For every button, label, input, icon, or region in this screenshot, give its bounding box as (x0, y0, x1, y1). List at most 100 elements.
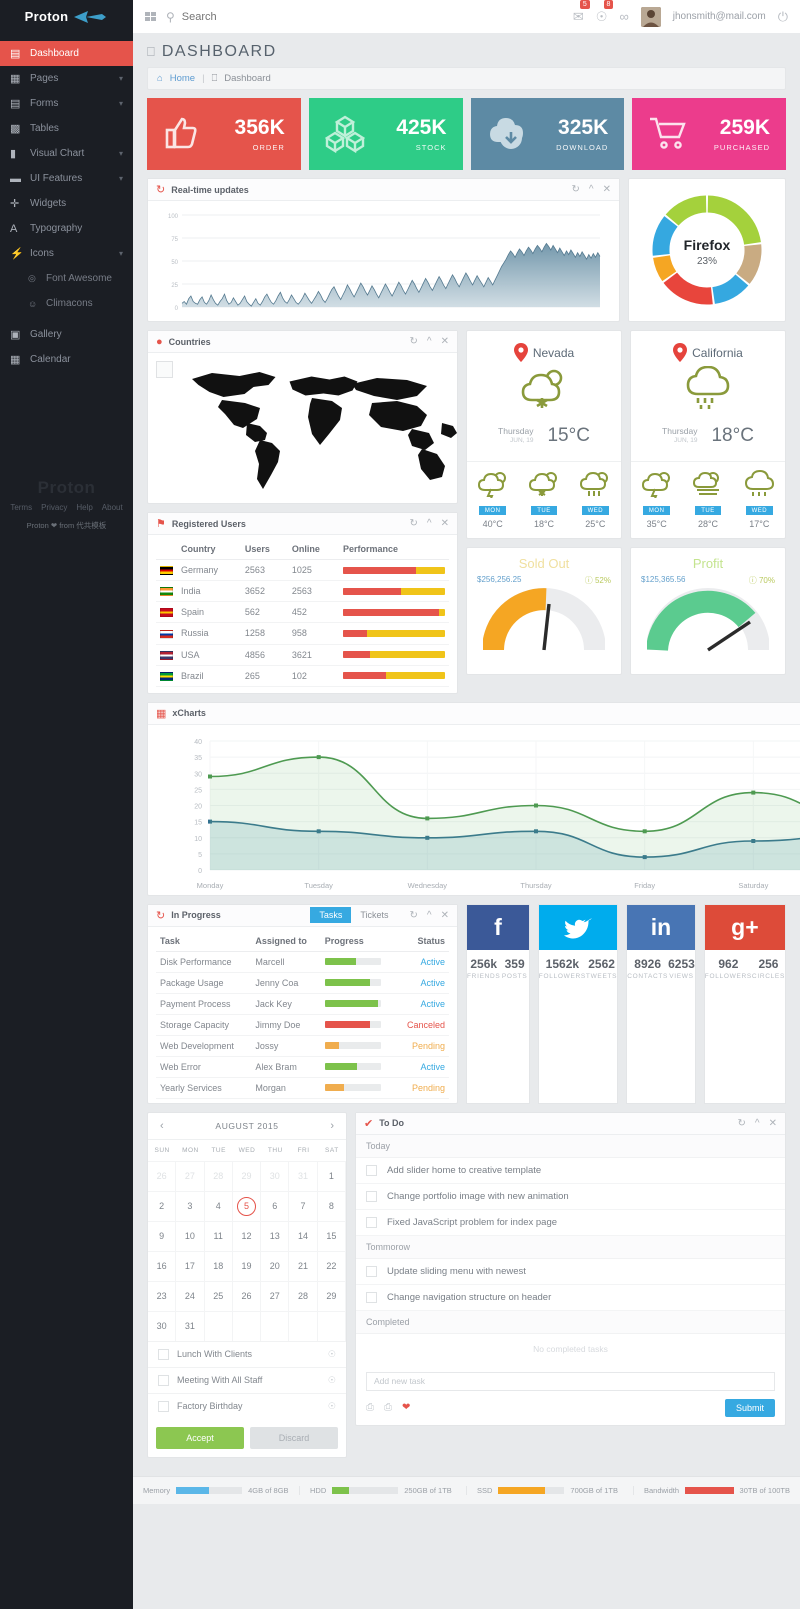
todo-checkbox[interactable] (366, 1291, 377, 1303)
calendar-day[interactable]: 7 (289, 1190, 318, 1221)
tab-tasks[interactable]: Tasks (310, 907, 352, 924)
reload-icon[interactable]: ↻ (410, 336, 418, 347)
calendar-day[interactable]: 26 (232, 1280, 262, 1311)
calendar-day[interactable]: 15 (317, 1220, 346, 1251)
print-icon[interactable]: ⎙ (366, 1402, 374, 1413)
todo-checkbox[interactable] (366, 1216, 377, 1228)
calendar-day[interactable]: 6 (261, 1190, 290, 1221)
close-icon[interactable]: ✕ (603, 184, 611, 195)
search-area[interactable]: ⚲ (166, 10, 563, 24)
calendar-day[interactable]: 27 (261, 1280, 290, 1311)
todo-item[interactable]: Update sliding menu with newest (356, 1259, 785, 1285)
bell-icon[interactable]: ☉ 8 (596, 0, 614, 25)
close-icon[interactable]: ✕ (769, 1118, 777, 1129)
collapse-icon[interactable]: ^ (427, 518, 432, 529)
sidebar-item-widgets[interactable]: ✛ Widgets (0, 191, 133, 216)
collapse-icon[interactable]: ^ (755, 1118, 760, 1129)
prev-month-button[interactable]: ‹ (160, 1120, 164, 1132)
file-icon[interactable]: ⎙ (384, 1402, 392, 1413)
calendar-day[interactable]: 24 (176, 1280, 205, 1311)
mail-icon[interactable]: ✉ 5 (573, 0, 590, 25)
stat-card-order[interactable]: 356K ORDER (147, 98, 301, 170)
stat-card-stock[interactable]: 425K STOCK (308, 98, 463, 170)
user-email[interactable]: jhonsmith@mail.com (673, 11, 766, 22)
calendar-day[interactable] (204, 1310, 233, 1341)
calendar-day[interactable]: 13 (261, 1220, 290, 1251)
calendar-day[interactable]: 21 (289, 1250, 318, 1281)
calendar-day[interactable]: 19 (232, 1250, 262, 1281)
collapse-icon[interactable]: ^ (589, 184, 594, 195)
reload-icon[interactable]: ↻ (410, 518, 418, 529)
close-icon[interactable]: ✕ (441, 518, 449, 529)
todo-checkbox[interactable] (366, 1265, 377, 1277)
accept-button[interactable]: Accept (156, 1426, 244, 1449)
stat-card-purchased[interactable]: 259K PURCHASED (632, 98, 786, 170)
calendar-day[interactable]: 16 (148, 1250, 177, 1281)
calendar-event[interactable]: Meeting With All Staff ☉ (148, 1366, 346, 1393)
calendar-day[interactable]: 12 (232, 1220, 262, 1251)
search-input[interactable] (181, 10, 302, 23)
calendar-day[interactable]: 3 (176, 1190, 205, 1221)
footer-link-about[interactable]: About (102, 503, 123, 512)
calendar-day[interactable]: 5 (232, 1190, 262, 1221)
reload-icon[interactable]: ↻ (410, 910, 418, 921)
reload-icon[interactable]: ↻ (572, 184, 580, 195)
calendar-day[interactable] (261, 1310, 290, 1341)
sidebar-item-calendar[interactable]: ▦ Calendar (0, 347, 133, 372)
todo-item[interactable]: Fixed JavaScript problem for index page (356, 1210, 785, 1236)
calendar-day[interactable]: 10 (176, 1220, 205, 1251)
world-map[interactable] (148, 353, 457, 503)
calendar-day[interactable]: 18 (204, 1250, 233, 1281)
sidebar-item-ui-features[interactable]: ▬ UI Features ▾ (0, 166, 133, 191)
close-icon[interactable]: ✕ (441, 336, 449, 347)
todo-item[interactable]: Change navigation structure on header (356, 1285, 785, 1311)
event-checkbox[interactable] (158, 1374, 169, 1386)
todo-item[interactable]: Add slider home to creative template (356, 1158, 785, 1184)
calendar-day[interactable]: 30 (148, 1310, 177, 1341)
calendar-day[interactable]: 30 (261, 1160, 290, 1191)
calendar-day[interactable]: 14 (289, 1220, 318, 1251)
sidebar-item-climacons[interactable]: ☺ Climacons (0, 291, 133, 316)
calendar-day[interactable]: 26 (148, 1160, 177, 1191)
calendar-day[interactable]: 31 (289, 1160, 318, 1191)
calendar-day[interactable]: 28 (289, 1280, 318, 1311)
sidebar-item-pages[interactable]: ▦ Pages ▾ (0, 66, 133, 91)
calendar-day[interactable]: 22 (317, 1250, 346, 1281)
calendar-day[interactable]: 11 (204, 1220, 233, 1251)
sidebar-item-visual-chart[interactable]: ▮ Visual Chart ▾ (0, 141, 133, 166)
calendar-day[interactable]: 31 (176, 1310, 205, 1341)
calendar-event[interactable]: Factory Birthday ☉ (148, 1392, 346, 1419)
brand-logo[interactable]: Proton (0, 0, 133, 33)
calendar-day[interactable]: 2 (148, 1190, 177, 1221)
close-icon[interactable]: ✕ (441, 910, 449, 921)
heart-icon[interactable]: ❤ (402, 1402, 410, 1413)
todo-checkbox[interactable] (366, 1164, 377, 1176)
calendar-day[interactable] (317, 1310, 346, 1341)
map-zoom-button[interactable] (156, 361, 173, 378)
footer-link-terms[interactable]: Terms (10, 503, 32, 512)
footer-link-privacy[interactable]: Privacy (41, 503, 67, 512)
sidebar-item-tables[interactable]: ▩ Tables (0, 116, 133, 141)
discard-button[interactable]: Discard (250, 1426, 338, 1449)
collapse-icon[interactable]: ^ (427, 910, 432, 921)
social-card-twitter[interactable]: 1562k FOLLOWERS 2562 TWEETS (537, 903, 619, 1104)
calendar-day[interactable] (289, 1310, 318, 1341)
calendar-day[interactable]: 17 (176, 1250, 205, 1281)
sidebar-item-gallery[interactable]: ▣ Gallery (0, 322, 133, 347)
calendar-day[interactable]: 25 (204, 1280, 233, 1311)
sidebar-item-forms[interactable]: ▤ Forms ▾ (0, 91, 133, 116)
calendar-day[interactable]: 1 (317, 1160, 346, 1191)
sidebar-item-typography[interactable]: A Typography (0, 216, 133, 241)
sidebar-item-icons[interactable]: ⚡ Icons ▾ (0, 241, 133, 266)
collapse-icon[interactable]: ^ (427, 336, 432, 347)
calendar-day[interactable] (232, 1310, 262, 1341)
sidebar-item-dashboard[interactable]: ▤ Dashboard (0, 41, 133, 66)
calendar-day[interactable]: 29 (232, 1160, 262, 1191)
calendar-day[interactable]: 27 (176, 1160, 205, 1191)
calendar-day[interactable]: 4 (204, 1190, 233, 1221)
sidebar-item-font-awesome[interactable]: ◎ Font Awesome (0, 266, 133, 291)
todo-input[interactable]: Add new task (366, 1371, 775, 1391)
next-month-button[interactable]: › (330, 1120, 334, 1132)
event-checkbox[interactable] (158, 1400, 169, 1412)
social-card-googleplus[interactable]: g+ 962 FOLLOWERS 256 CIRCLES (703, 903, 786, 1104)
